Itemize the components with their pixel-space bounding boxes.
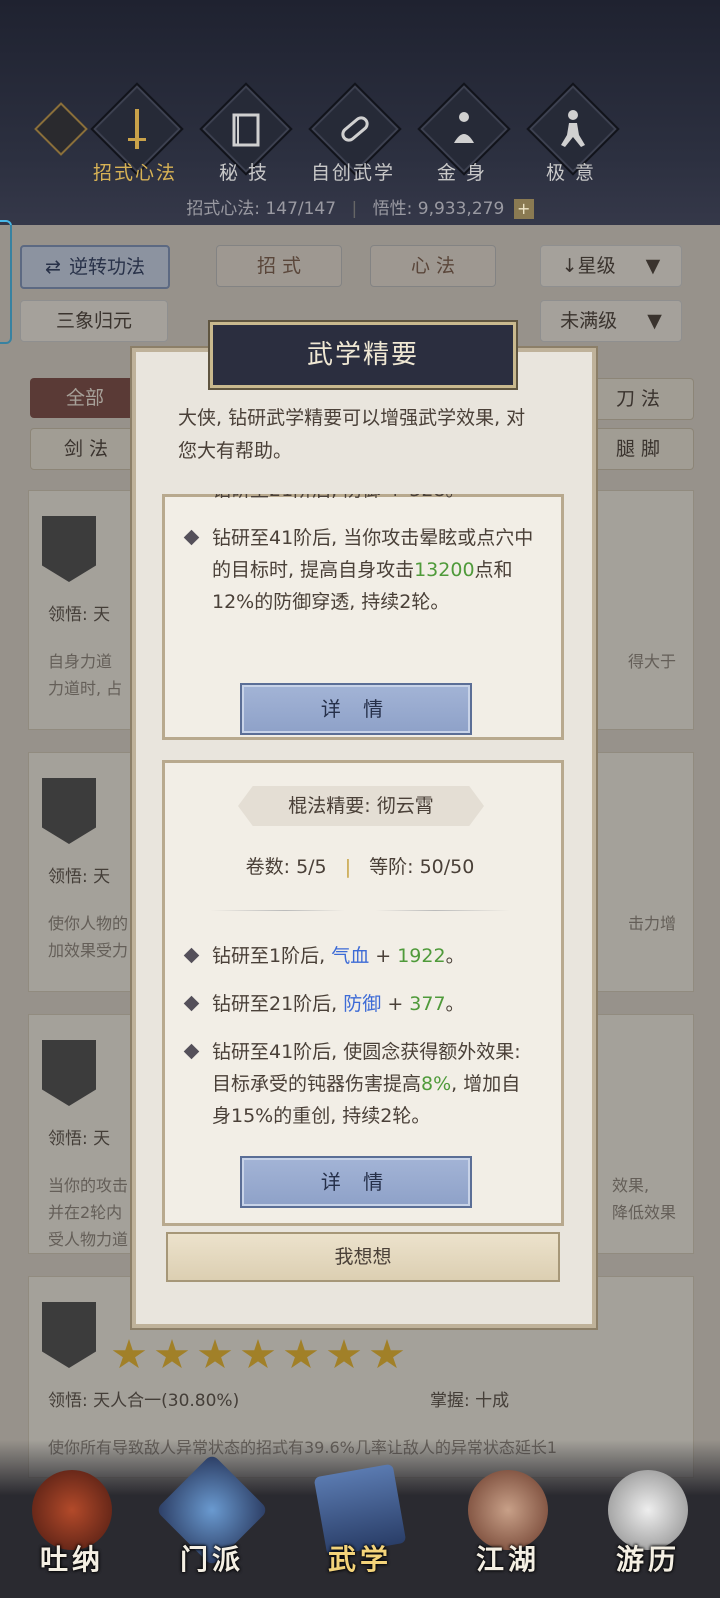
nav-wuxue[interactable]: 武学 bbox=[310, 1460, 410, 1580]
nav-menpai[interactable]: 门派 bbox=[155, 1453, 269, 1580]
scroll-clip: 钻研至21阶后, 防御 + 528。 bbox=[186, 494, 536, 508]
divider: | bbox=[344, 856, 352, 878]
meditation-icon bbox=[454, 112, 474, 143]
tab-label-zhaoshi[interactable]: 招式心法 bbox=[80, 158, 190, 185]
volumes-text: 卷数: 5/5 bbox=[245, 856, 327, 878]
nav-tuna[interactable]: 吐纳 bbox=[22, 1460, 122, 1580]
diamond-bullet-icon bbox=[183, 995, 200, 1012]
bonus-line: 钻研至41阶后, 当你攻击晕眩或点穴中的目标时, 提高自身攻击13200点和12… bbox=[183, 522, 536, 618]
bonus-line: 钻研至1阶后, 气血 + 1922。 bbox=[183, 940, 536, 972]
think-button[interactable]: 我想想 bbox=[166, 1232, 560, 1282]
cut-off-bullet: 钻研至21阶后, 防御 + 528。 bbox=[186, 494, 536, 506]
essence-title-banner: 棍法精要: 彻云霄 bbox=[238, 786, 484, 826]
rank-text: 等阶: 50/50 bbox=[369, 856, 475, 878]
add-wuxing-button[interactable]: + bbox=[513, 199, 534, 219]
progress-row: 卷数: 5/5 | 等阶: 50/50 bbox=[162, 852, 558, 879]
tab-label-jinshen[interactable]: 金 身 bbox=[407, 158, 517, 185]
dialog-intro: 大侠, 钻研武学精要可以增强武学效果, 对您大有帮助。 bbox=[178, 407, 526, 462]
nav-label: 江湖 bbox=[475, 1543, 540, 1576]
scroll-icon bbox=[341, 116, 369, 142]
nav-label: 门派 bbox=[179, 1543, 244, 1576]
bonus-line: 钻研至41阶后, 使圆念获得额外效果: 目标承受的钝器伤害提高8%, 增加自身1… bbox=[183, 1036, 536, 1132]
nav-label: 吐纳 bbox=[39, 1543, 104, 1576]
skill-count: 招式心法: 147/147 bbox=[186, 199, 337, 219]
martial-pose-icon bbox=[561, 110, 585, 147]
tab-label-zichuang[interactable]: 自创武学 bbox=[298, 158, 408, 185]
tab-label-jiyi[interactable]: 极 意 bbox=[516, 158, 626, 185]
dialog-title: 武学精要 bbox=[210, 322, 516, 388]
divider: | bbox=[351, 199, 358, 219]
wuxing-value: 悟性: 9,933,279 bbox=[372, 199, 505, 219]
tab-label-miji[interactable]: 秘 技 bbox=[189, 158, 299, 185]
nav-label: 游历 bbox=[615, 1543, 680, 1576]
detail-button[interactable]: 详 情 bbox=[240, 683, 472, 735]
bonus-line: 钻研至21阶后, 防御 + 377。 bbox=[183, 988, 536, 1020]
stats-bar: 招式心法: 147/147 | 悟性: 9,933,279 + bbox=[0, 194, 720, 219]
nav-jianghu[interactable]: 江湖 bbox=[458, 1460, 558, 1580]
nav-label: 武学 bbox=[327, 1543, 392, 1576]
ornament-divider bbox=[210, 910, 510, 911]
diamond-bullet-icon bbox=[183, 529, 200, 546]
diamond-bullet-icon bbox=[183, 947, 200, 964]
detail-button[interactable]: 详 情 bbox=[240, 1156, 472, 1208]
sword-icon bbox=[128, 109, 146, 149]
nav-youli[interactable]: 游历 bbox=[598, 1460, 698, 1580]
diamond-bullet-icon bbox=[183, 1043, 200, 1060]
book-icon bbox=[232, 113, 260, 147]
